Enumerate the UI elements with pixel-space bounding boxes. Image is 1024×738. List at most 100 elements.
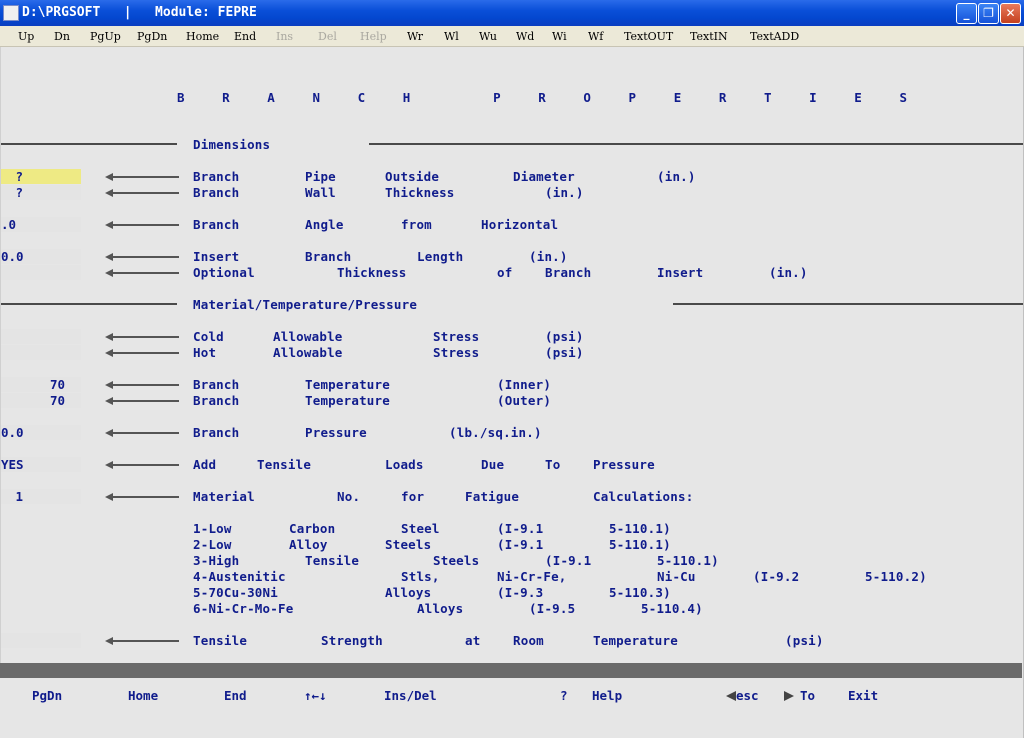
temp-outer-field[interactable]: 70: [1, 393, 81, 408]
label: Insert: [657, 265, 704, 280]
arrow-icon: [105, 429, 179, 438]
label: at: [465, 633, 481, 648]
label: Branch: [193, 425, 240, 440]
label: Allowable: [273, 345, 343, 360]
label: (in.): [657, 169, 696, 184]
menu-wl[interactable]: Wl: [444, 30, 459, 43]
label: Stress: [433, 345, 480, 360]
label: (psi): [545, 329, 584, 344]
arrow-icon: [105, 269, 179, 278]
section-divider: [369, 143, 1023, 145]
material-option: Alloy: [289, 537, 328, 552]
fkey-question[interactable]: ?: [560, 688, 568, 703]
arrow-icon: [105, 637, 179, 646]
material-option: (I-9.2: [753, 569, 800, 584]
menu-wd[interactable]: Wd: [516, 30, 534, 43]
fkey-exit[interactable]: Exit: [848, 688, 878, 703]
material-option: (I-9.1: [497, 521, 544, 536]
temp-inner-field[interactable]: 70: [1, 377, 81, 392]
insert-thickness-field[interactable]: [1, 265, 81, 280]
maximize-button[interactable]: ❐: [978, 3, 999, 24]
app-icon: [3, 5, 19, 21]
menu-end[interactable]: End: [234, 30, 256, 43]
label: Branch: [193, 217, 240, 232]
branch-od-field[interactable]: ?: [1, 169, 81, 184]
menu-wi[interactable]: Wi: [552, 30, 567, 43]
material-no-field[interactable]: 1: [1, 489, 81, 504]
fkey-insdel[interactable]: Ins/Del: [384, 688, 437, 703]
fkey-pgdn[interactable]: PgDn: [32, 688, 62, 703]
menu-wu[interactable]: Wu: [479, 30, 497, 43]
label: Branch: [193, 393, 240, 408]
menu-textout[interactable]: TextOUT: [624, 30, 673, 43]
material-option: 1-Low: [193, 521, 232, 536]
fkey-arrows[interactable]: ↑←↓: [304, 688, 327, 703]
fkey-help[interactable]: Help: [592, 688, 622, 703]
label: Horizontal: [481, 217, 559, 232]
arrow-icon: [105, 221, 179, 230]
hot-stress-field[interactable]: [1, 345, 81, 360]
menu-wf[interactable]: Wf: [588, 30, 603, 43]
label: Calculations:: [593, 489, 694, 504]
arrow-icon: [105, 333, 179, 342]
label: Pipe: [305, 169, 336, 184]
window-title: D:\PRGSOFT | Module: FEPRE: [22, 5, 257, 20]
label: Diameter: [513, 169, 575, 184]
menu-dn[interactable]: Dn: [54, 30, 70, 43]
menu-up[interactable]: Up: [18, 30, 34, 43]
menu-wr[interactable]: Wr: [407, 30, 423, 43]
tensile-strength-field[interactable]: [1, 633, 81, 648]
material-option: Alloys: [385, 585, 432, 600]
material-option: 3-High: [193, 553, 240, 568]
menu-home[interactable]: Home: [186, 30, 219, 43]
cold-stress-field[interactable]: [1, 329, 81, 344]
fkey-end[interactable]: End: [224, 688, 247, 703]
section-dimensions: Dimensions: [193, 137, 271, 152]
material-option: 5-110.4): [641, 601, 703, 616]
section-divider: [1, 143, 177, 145]
label: (psi): [545, 345, 584, 360]
label: Cold: [193, 329, 224, 344]
fkey-esc[interactable]: esc: [736, 688, 759, 703]
material-option: 5-110.1): [609, 537, 671, 552]
label: Temperature: [593, 633, 678, 648]
section-divider: [673, 303, 1023, 305]
label: Loads: [385, 457, 424, 472]
label: for: [401, 489, 425, 504]
arrow-icon: [105, 493, 179, 502]
label: (lb./sq.in.): [449, 425, 542, 440]
label: Insert: [193, 249, 240, 264]
label: Branch: [193, 185, 240, 200]
label: Optional: [193, 265, 255, 280]
material-option: Steels: [433, 553, 480, 568]
label: To: [545, 457, 561, 472]
label: Pressure: [593, 457, 655, 472]
material-option: 4-Austenitic: [193, 569, 286, 584]
branch-angle-field[interactable]: .0: [1, 217, 81, 232]
pressure-field[interactable]: 0.0: [1, 425, 81, 440]
add-tensile-field[interactable]: YES: [1, 457, 81, 472]
arrow-icon: [105, 349, 179, 358]
label: Wall: [305, 185, 336, 200]
menu-pgdn[interactable]: PgDn: [137, 30, 167, 43]
material-option: 6-Ni-Cr-Mo-Fe: [193, 601, 294, 616]
material-option: Steels: [385, 537, 432, 552]
fkey-home[interactable]: Home: [128, 688, 158, 703]
fkey-to[interactable]: To: [800, 688, 815, 703]
label: (in.): [545, 185, 584, 200]
label: (psi): [785, 633, 824, 648]
material-option: 5-110.2): [865, 569, 927, 584]
insert-length-field[interactable]: 0.0: [1, 249, 81, 264]
menu-pgup[interactable]: PgUp: [90, 30, 121, 43]
menu-textin[interactable]: TextIN: [690, 30, 728, 43]
label: Pressure: [305, 425, 367, 440]
close-button[interactable]: ✕: [1000, 3, 1021, 24]
material-option: 5-110.1): [657, 553, 719, 568]
label: Add: [193, 457, 217, 472]
menu-help: Help: [360, 30, 387, 43]
label: Branch: [305, 249, 352, 264]
branch-wall-field[interactable]: ?: [1, 185, 81, 200]
label: Thickness: [385, 185, 455, 200]
menu-textadd[interactable]: TextADD: [750, 30, 799, 43]
minimize-button[interactable]: _: [956, 3, 977, 24]
